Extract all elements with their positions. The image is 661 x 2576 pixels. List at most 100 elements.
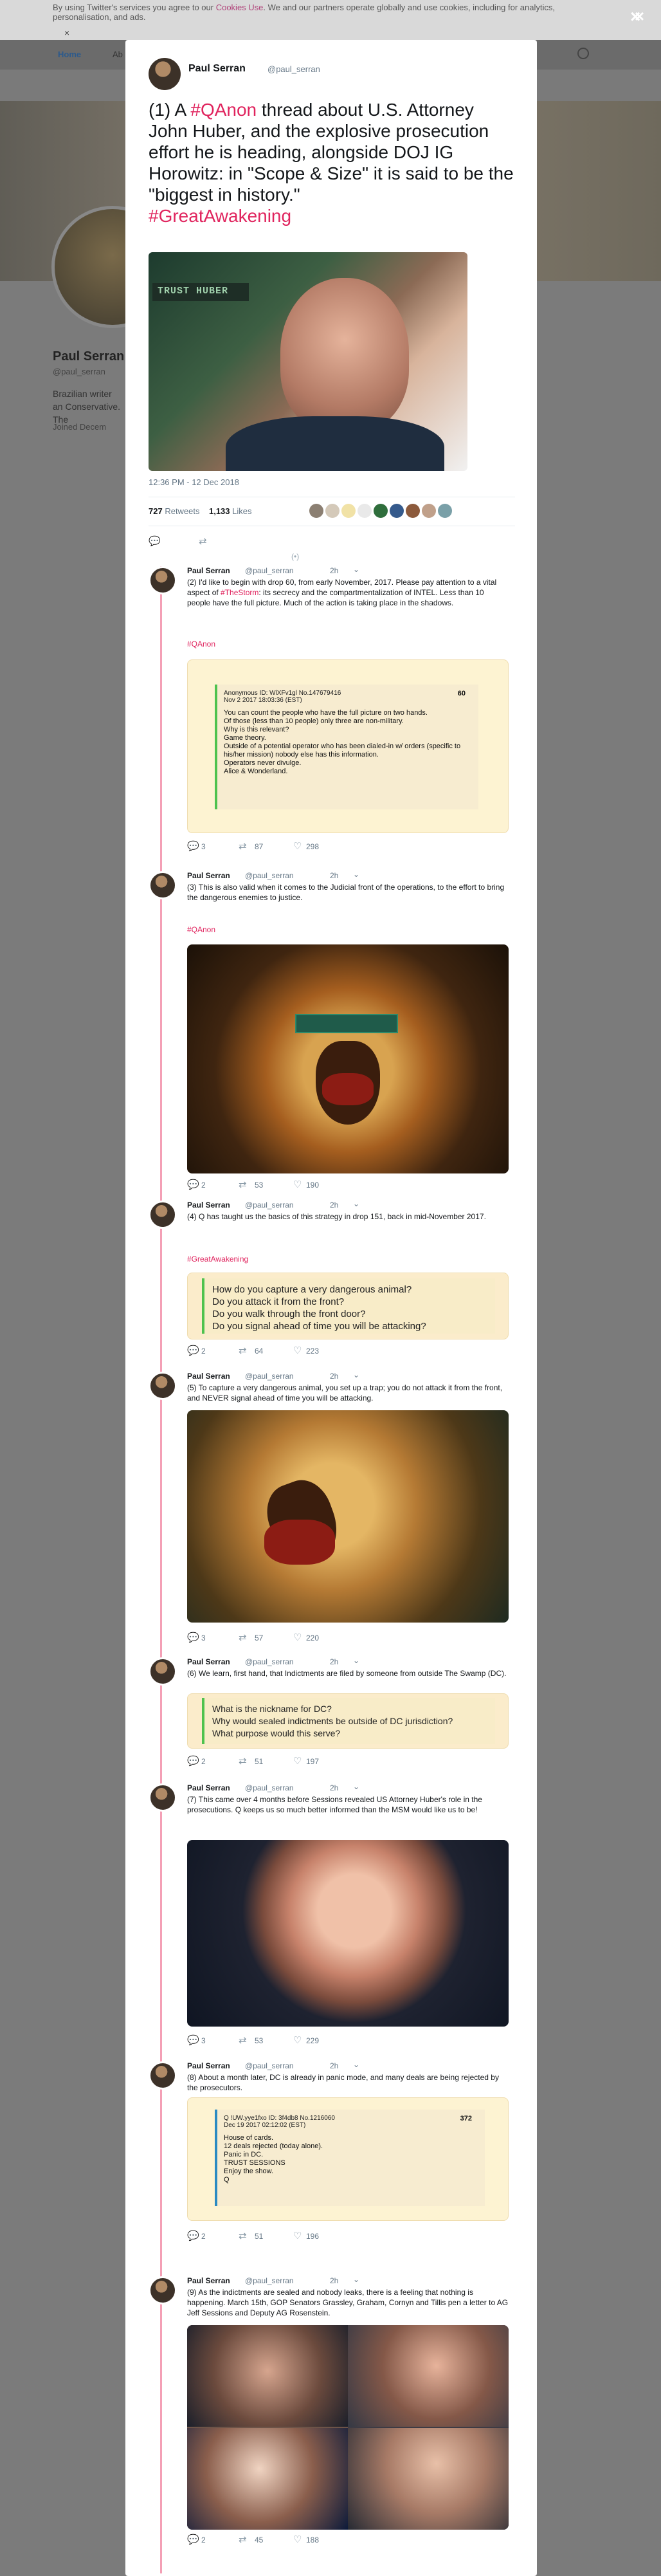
retweet-icon[interactable]: ⇄ — [199, 535, 207, 547]
tweet-time[interactable]: 2h — [330, 1657, 338, 1666]
chevron-down-icon[interactable]: ⌄ — [353, 2275, 359, 2284]
liker-avatar[interactable] — [374, 504, 388, 518]
reply-icon[interactable]: 💬 — [187, 2230, 199, 2241]
retweet-icon[interactable]: ⇄ — [239, 2230, 247, 2241]
author-handle[interactable]: @paul_serran — [245, 1372, 294, 1381]
avatar[interactable] — [149, 566, 177, 594]
author-name[interactable]: Paul Serran — [187, 566, 230, 575]
reply-icon[interactable]: 💬 — [187, 1632, 199, 1643]
drop-card[interactable]: Anonymous ID: WlXFv1gl No.147679416 Nov … — [187, 659, 509, 833]
main-tweet-image[interactable]: TRUST HUBER — [149, 252, 467, 471]
chevron-down-icon[interactable]: ⌄ — [353, 1370, 359, 1379]
avatar[interactable] — [149, 1657, 177, 1686]
author-name[interactable]: Paul Serran — [187, 1372, 230, 1381]
reply-icon[interactable]: 💬 — [187, 2534, 199, 2545]
quote-card[interactable]: How do you capture a very dangerous anim… — [187, 1273, 509, 1339]
drop-card[interactable]: Q !UW.yye1fxo ID: 3f4db8 No.1216060 Dec … — [187, 2097, 509, 2221]
reply-icon[interactable]: 💬 — [187, 2034, 199, 2046]
tweet-time[interactable]: 2h — [330, 1372, 338, 1381]
author-name[interactable]: Paul Serran — [187, 2276, 230, 2285]
heart-icon[interactable]: ♡ — [293, 2034, 302, 2046]
senators-image[interactable] — [187, 2325, 509, 2530]
heart-icon[interactable]: ♡ — [293, 2534, 302, 2545]
tweet-time[interactable]: 2h — [330, 871, 338, 880]
quote-card[interactable]: What is the nickname for DC? Why would s… — [187, 1693, 509, 1749]
retweet-icon[interactable]: ⇄ — [239, 2534, 247, 2545]
author-name[interactable]: Paul Serran — [187, 871, 230, 880]
reply-icon[interactable]: 💬 — [187, 840, 199, 852]
retweets-label[interactable]: Retweets — [165, 506, 199, 516]
hashtag-link[interactable]: #QAnon — [190, 100, 257, 120]
retweet-icon[interactable]: ⇄ — [239, 1755, 247, 1767]
main-tweet-timestamp[interactable]: 12:36 PM - 12 Dec 2018 — [149, 477, 239, 487]
author-name[interactable]: Paul Serran — [187, 1201, 230, 1210]
hashtag-link[interactable]: #TheStorm — [221, 588, 258, 597]
author-name[interactable]: Paul Serran — [187, 2061, 230, 2070]
heart-icon[interactable]: ♡ — [293, 2230, 302, 2241]
heart-icon[interactable]: ♡ — [293, 1632, 302, 1643]
hashtag-link[interactable]: #GreatAwakening — [187, 1255, 248, 1264]
liker-avatar[interactable] — [358, 504, 372, 518]
reply-icon[interactable]: 💬 — [149, 535, 161, 547]
liker-avatar[interactable] — [309, 504, 323, 518]
hashtag-link[interactable]: #GreatAwakening — [149, 206, 291, 226]
chevron-down-icon[interactable]: ⌄ — [353, 565, 359, 574]
avatar[interactable] — [149, 2061, 177, 2090]
author-name[interactable]: Paul Serran — [187, 1783, 230, 1792]
portrait-image[interactable] — [187, 1840, 509, 2027]
tweet-time[interactable]: 2h — [330, 1783, 338, 1792]
likes-count[interactable]: 1,133 — [209, 506, 230, 516]
retweet-icon[interactable]: ⇄ — [239, 1345, 247, 1356]
retweet-icon[interactable]: ⇄ — [239, 2034, 247, 2046]
wolf-image[interactable] — [187, 1410, 509, 1623]
author-handle[interactable]: @paul_serran — [245, 871, 294, 880]
retweet-icon[interactable]: ⇄ — [239, 1179, 247, 1190]
avatar[interactable] — [149, 871, 177, 899]
heart-icon[interactable]: ♡ — [293, 1345, 302, 1356]
author-name[interactable]: Paul Serran — [188, 63, 246, 75]
avatar[interactable] — [149, 1201, 177, 1229]
liker-avatar[interactable] — [422, 504, 436, 518]
heart-icon[interactable]: ♡ — [293, 1179, 302, 1190]
more-replies-indicator[interactable]: (•) — [291, 552, 299, 561]
heart-icon[interactable]: ♡ — [293, 840, 302, 852]
nav-home[interactable]: Home — [58, 50, 81, 59]
chevron-down-icon[interactable]: ⌄ — [353, 1656, 359, 1665]
chevron-down-icon[interactable]: ⌄ — [353, 1782, 359, 1791]
avatar[interactable] — [149, 1783, 177, 1812]
tweet-time[interactable]: 2h — [330, 2276, 338, 2285]
author-handle[interactable]: @paul_serran — [267, 64, 320, 74]
author-handle[interactable]: @paul_serran — [245, 2061, 294, 2070]
author-handle[interactable]: @paul_serran — [245, 566, 294, 575]
chevron-down-icon[interactable]: ⌄ — [353, 1199, 359, 1208]
wolf-image[interactable] — [187, 944, 509, 1173]
author-handle[interactable]: @paul_serran — [245, 1783, 294, 1792]
author-handle[interactable]: @paul_serran — [245, 1657, 294, 1666]
author-handle[interactable]: @paul_serran — [245, 2276, 294, 2285]
likers-avatars[interactable] — [309, 504, 454, 519]
hashtag-link[interactable]: #QAnon — [187, 639, 215, 649]
liker-avatar[interactable] — [341, 504, 356, 518]
heart-icon[interactable]: ♡ — [293, 1755, 302, 1767]
hashtag-link[interactable]: #QAnon — [187, 925, 215, 934]
chevron-down-icon[interactable]: ⌄ — [353, 870, 359, 879]
tweet-time[interactable]: 2h — [330, 566, 338, 575]
retweet-icon[interactable]: ⇄ — [239, 840, 247, 852]
likes-label[interactable]: Likes — [232, 506, 251, 516]
chevron-down-icon[interactable]: ⌄ — [353, 2060, 359, 2069]
cookie-link[interactable]: Cookies Use — [216, 3, 264, 12]
cookie-dismiss-icon[interactable]: × — [64, 28, 69, 38]
author-name[interactable]: Paul Serran — [187, 1657, 230, 1666]
modal-close-button[interactable]: × — [630, 6, 640, 27]
avatar[interactable] — [149, 58, 181, 90]
avatar[interactable] — [149, 2276, 177, 2305]
tweet-time[interactable]: 2h — [330, 2061, 338, 2070]
tweet-time[interactable]: 2h — [330, 1201, 338, 1210]
liker-avatar[interactable] — [406, 504, 420, 518]
retweet-icon[interactable]: ⇄ — [239, 1632, 247, 1643]
reply-icon[interactable]: 💬 — [187, 1345, 199, 1356]
search-icon[interactable] — [577, 48, 589, 59]
liker-avatar[interactable] — [325, 504, 340, 518]
liker-avatar[interactable] — [390, 504, 404, 518]
avatar[interactable] — [149, 1372, 177, 1400]
